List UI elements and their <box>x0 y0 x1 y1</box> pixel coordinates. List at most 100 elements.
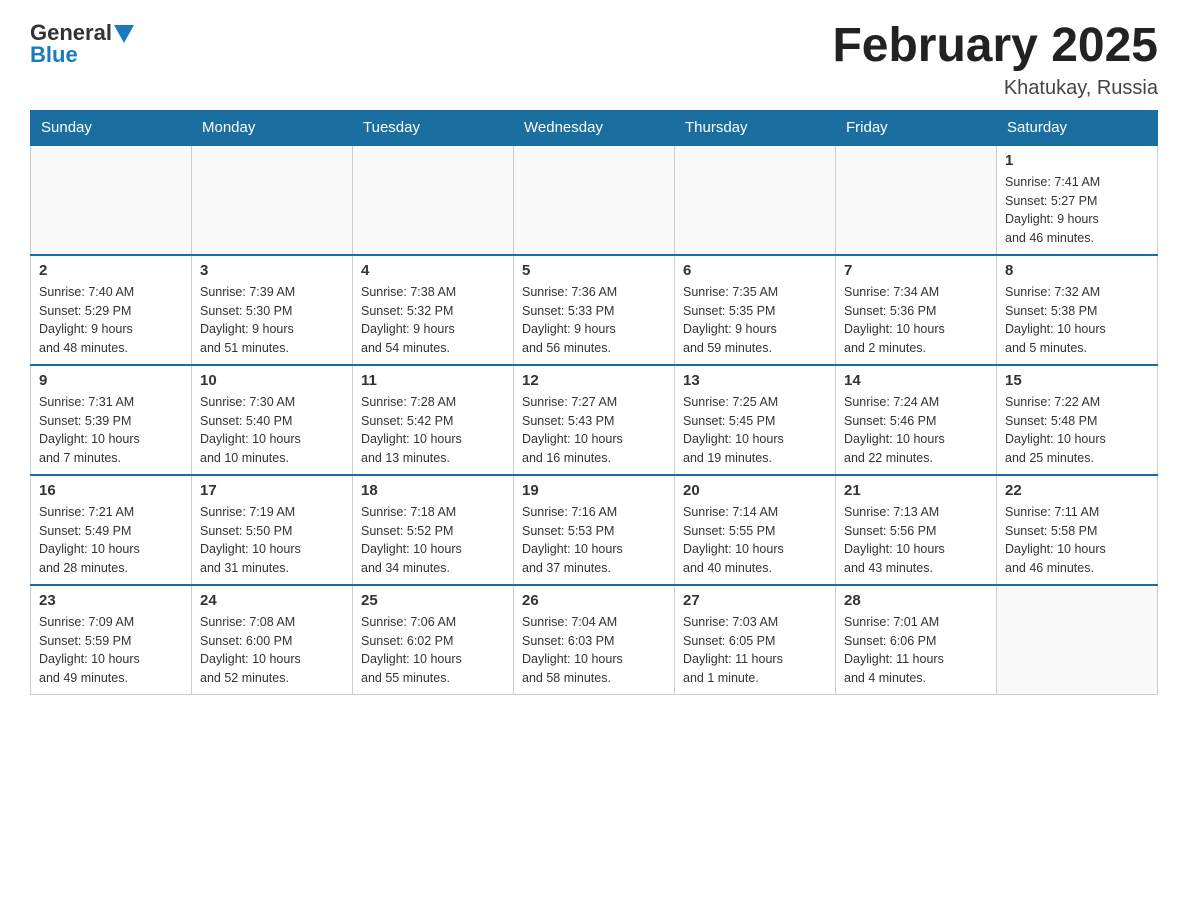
day-info: Sunrise: 7:36 AM Sunset: 5:33 PM Dayligh… <box>522 283 666 358</box>
calendar-day-cell <box>353 145 514 255</box>
calendar-day-cell <box>192 145 353 255</box>
calendar-week-row: 23 Sunrise: 7:09 AM Sunset: 5:59 PM Dayli… <box>31 585 1158 695</box>
day-info: Sunrise: 7:32 AM Sunset: 5:38 PM Dayligh… <box>1005 283 1149 358</box>
calendar-week-row: 1 Sunrise: 7:41 AM Sunset: 5:27 PM Daylig… <box>31 145 1158 255</box>
calendar-day-cell: 16 Sunrise: 7:21 AM Sunset: 5:49 PM Dayli… <box>31 475 192 585</box>
calendar-day-cell: 13 Sunrise: 7:25 AM Sunset: 5:45 PM Dayli… <box>675 365 836 475</box>
day-number: 5 <box>522 262 666 279</box>
day-info: Sunrise: 7:18 AM Sunset: 5:52 PM Dayligh… <box>361 503 505 578</box>
day-number: 15 <box>1005 372 1149 389</box>
calendar-day-cell: 28 Sunrise: 7:01 AM Sunset: 6:06 PM Dayli… <box>836 585 997 695</box>
calendar-day-cell: 2 Sunrise: 7:40 AM Sunset: 5:29 PM Daylig… <box>31 255 192 365</box>
calendar-day-cell: 8 Sunrise: 7:32 AM Sunset: 5:38 PM Daylig… <box>997 255 1158 365</box>
calendar-day-cell: 12Sunrise: 7:27 AM Sunset: 5:43 PM Dayli… <box>514 365 675 475</box>
calendar-day-cell <box>514 145 675 255</box>
calendar-day-cell: 26 Sunrise: 7:04 AM Sunset: 6:03 PM Dayli… <box>514 585 675 695</box>
day-number: 1 <box>1005 152 1149 169</box>
day-number: 11 <box>361 372 505 389</box>
day-number: 16 <box>39 482 183 499</box>
page-header: General Blue February 2025 Khatukay, Rus… <box>30 20 1158 100</box>
day-info: Sunrise: 7:14 AM Sunset: 5:55 PM Dayligh… <box>683 503 827 578</box>
calendar-day-header: Tuesday <box>353 110 514 145</box>
calendar-day-cell: 9 Sunrise: 7:31 AM Sunset: 5:39 PM Daylig… <box>31 365 192 475</box>
day-number: 23 <box>39 592 183 609</box>
calendar-day-cell: 4 Sunrise: 7:38 AM Sunset: 5:32 PM Daylig… <box>353 255 514 365</box>
day-info: Sunrise: 7:11 AM Sunset: 5:58 PM Dayligh… <box>1005 503 1149 578</box>
calendar-day-header: Saturday <box>997 110 1158 145</box>
calendar-day-cell: 15 Sunrise: 7:22 AM Sunset: 5:48 PM Dayli… <box>997 365 1158 475</box>
calendar-day-cell <box>997 585 1158 695</box>
day-number: 3 <box>200 262 344 279</box>
day-number: 28 <box>844 592 988 609</box>
day-number: 8 <box>1005 262 1149 279</box>
calendar-day-cell <box>675 145 836 255</box>
day-info: Sunrise: 7:19 AM Sunset: 5:50 PM Dayligh… <box>200 503 344 578</box>
day-number: 17 <box>200 482 344 499</box>
calendar-day-cell <box>31 145 192 255</box>
calendar-day-cell: 1 Sunrise: 7:41 AM Sunset: 5:27 PM Daylig… <box>997 145 1158 255</box>
calendar-day-cell: 7 Sunrise: 7:34 AM Sunset: 5:36 PM Daylig… <box>836 255 997 365</box>
day-number: 24 <box>200 592 344 609</box>
logo-triangle-icon <box>114 25 134 43</box>
day-number: 14 <box>844 372 988 389</box>
day-info: Sunrise: 7:34 AM Sunset: 5:36 PM Dayligh… <box>844 283 988 358</box>
calendar-day-cell: 17 Sunrise: 7:19 AM Sunset: 5:50 PM Dayli… <box>192 475 353 585</box>
day-number: 20 <box>683 482 827 499</box>
day-info: Sunrise: 7:31 AM Sunset: 5:39 PM Dayligh… <box>39 393 183 468</box>
day-info: Sunrise: 7:40 AM Sunset: 5:29 PM Dayligh… <box>39 283 183 358</box>
day-number: 27 <box>683 592 827 609</box>
day-number: 4 <box>361 262 505 279</box>
day-info: Sunrise: 7:41 AM Sunset: 5:27 PM Dayligh… <box>1005 173 1149 248</box>
location-text: Khatukay, Russia <box>832 77 1158 100</box>
day-number: 21 <box>844 482 988 499</box>
day-number: 22 <box>1005 482 1149 499</box>
day-number: 2 <box>39 262 183 279</box>
day-info: Sunrise: 7:06 AM Sunset: 6:02 PM Dayligh… <box>361 613 505 688</box>
calendar-day-cell: 6Sunrise: 7:35 AM Sunset: 5:35 PM Daylig… <box>675 255 836 365</box>
calendar-table: SundayMondayTuesdayWednesdayThursdayFrid… <box>30 110 1158 695</box>
calendar-day-cell <box>836 145 997 255</box>
calendar-day-cell: 21Sunrise: 7:13 AM Sunset: 5:56 PM Dayli… <box>836 475 997 585</box>
day-info: Sunrise: 7:03 AM Sunset: 6:05 PM Dayligh… <box>683 613 827 688</box>
calendar-day-cell: 23 Sunrise: 7:09 AM Sunset: 5:59 PM Dayli… <box>31 585 192 695</box>
day-number: 13 <box>683 372 827 389</box>
day-info: Sunrise: 7:30 AM Sunset: 5:40 PM Dayligh… <box>200 393 344 468</box>
day-number: 25 <box>361 592 505 609</box>
day-info: Sunrise: 7:35 AM Sunset: 5:35 PM Dayligh… <box>683 283 827 358</box>
calendar-day-cell: 27 Sunrise: 7:03 AM Sunset: 6:05 PM Dayli… <box>675 585 836 695</box>
title-area: February 2025 Khatukay, Russia <box>832 20 1158 100</box>
day-info: Sunrise: 7:01 AM Sunset: 6:06 PM Dayligh… <box>844 613 988 688</box>
day-info: Sunrise: 7:28 AM Sunset: 5:42 PM Dayligh… <box>361 393 505 468</box>
calendar-day-cell: 20 Sunrise: 7:14 AM Sunset: 5:55 PM Dayli… <box>675 475 836 585</box>
day-info: Sunrise: 7:04 AM Sunset: 6:03 PM Dayligh… <box>522 613 666 688</box>
day-info: Sunrise: 7:27 AM Sunset: 5:43 PM Dayligh… <box>522 393 666 468</box>
calendar-day-header: Friday <box>836 110 997 145</box>
calendar-day-header: Thursday <box>675 110 836 145</box>
calendar-day-cell: 14 Sunrise: 7:24 AM Sunset: 5:46 PM Dayli… <box>836 365 997 475</box>
calendar-week-row: 2 Sunrise: 7:40 AM Sunset: 5:29 PM Daylig… <box>31 255 1158 365</box>
calendar-day-cell: 24Sunrise: 7:08 AM Sunset: 6:00 PM Dayli… <box>192 585 353 695</box>
calendar-day-cell: 22 Sunrise: 7:11 AM Sunset: 5:58 PM Dayli… <box>997 475 1158 585</box>
day-info: Sunrise: 7:25 AM Sunset: 5:45 PM Dayligh… <box>683 393 827 468</box>
day-number: 26 <box>522 592 666 609</box>
day-number: 18 <box>361 482 505 499</box>
day-number: 10 <box>200 372 344 389</box>
day-number: 7 <box>844 262 988 279</box>
day-info: Sunrise: 7:24 AM Sunset: 5:46 PM Dayligh… <box>844 393 988 468</box>
day-number: 19 <box>522 482 666 499</box>
calendar-day-cell: 3Sunrise: 7:39 AM Sunset: 5:30 PM Daylig… <box>192 255 353 365</box>
calendar-day-cell: 5 Sunrise: 7:36 AM Sunset: 5:33 PM Daylig… <box>514 255 675 365</box>
calendar-header-row: SundayMondayTuesdayWednesdayThursdayFrid… <box>31 110 1158 145</box>
day-info: Sunrise: 7:38 AM Sunset: 5:32 PM Dayligh… <box>361 283 505 358</box>
calendar-day-header: Wednesday <box>514 110 675 145</box>
calendar-day-cell: 10 Sunrise: 7:30 AM Sunset: 5:40 PM Dayli… <box>192 365 353 475</box>
calendar-day-cell: 19Sunrise: 7:16 AM Sunset: 5:53 PM Dayli… <box>514 475 675 585</box>
day-info: Sunrise: 7:22 AM Sunset: 5:48 PM Dayligh… <box>1005 393 1149 468</box>
logo-blue-text: Blue <box>30 42 78 68</box>
calendar-day-header: Monday <box>192 110 353 145</box>
day-info: Sunrise: 7:09 AM Sunset: 5:59 PM Dayligh… <box>39 613 183 688</box>
calendar-day-cell: 18 Sunrise: 7:18 AM Sunset: 5:52 PM Dayli… <box>353 475 514 585</box>
day-info: Sunrise: 7:21 AM Sunset: 5:49 PM Dayligh… <box>39 503 183 578</box>
calendar-day-cell: 11 Sunrise: 7:28 AM Sunset: 5:42 PM Dayli… <box>353 365 514 475</box>
day-number: 9 <box>39 372 183 389</box>
